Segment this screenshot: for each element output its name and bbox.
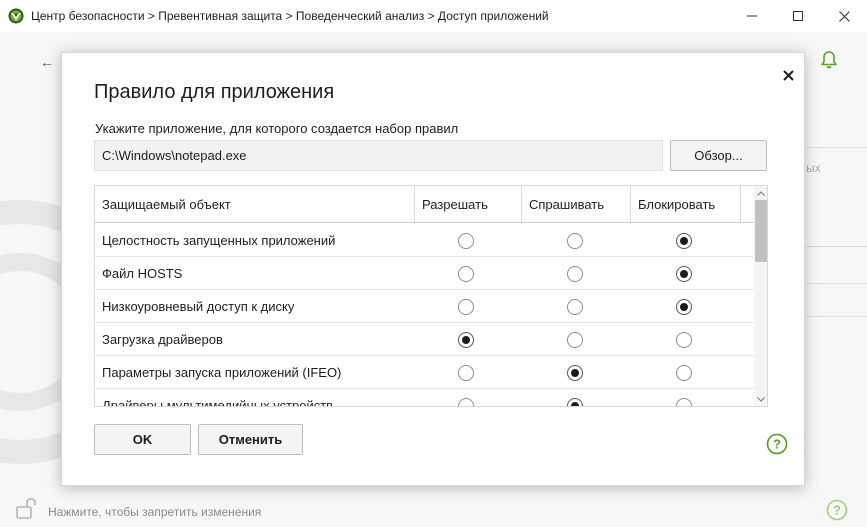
table-header: Защищаемый объект Разрешать Спрашивать Б… <box>95 186 754 223</box>
block-radio[interactable] <box>676 233 692 249</box>
drweb-logo-icon <box>8 8 24 24</box>
block-radio[interactable] <box>676 398 692 406</box>
dialog-close-button[interactable] <box>778 65 798 85</box>
block-radio[interactable] <box>676 266 692 282</box>
maximize-icon <box>793 11 803 21</box>
allow-radio[interactable] <box>458 299 474 315</box>
table-row: Загрузка драйверов <box>95 323 754 356</box>
column-header-block[interactable]: Блокировать <box>630 186 740 223</box>
ask-radio[interactable] <box>567 233 583 249</box>
allow-radio[interactable] <box>458 365 474 381</box>
protected-object-label: Параметры запуска приложений (IFEO) <box>102 365 342 380</box>
scroll-down-button[interactable] <box>754 392 767 406</box>
protected-object-label: Файл HOSTS <box>102 266 183 281</box>
ok-button[interactable]: OK <box>94 424 191 455</box>
protected-object-label: Загрузка драйверов <box>102 332 223 347</box>
svg-text:?: ? <box>773 437 781 452</box>
column-header-filler <box>740 186 754 223</box>
chevron-down-icon <box>757 396 765 402</box>
question-circle-icon[interactable]: ? <box>766 433 788 455</box>
back-arrow-icon[interactable]: ← <box>40 54 54 70</box>
allow-radio[interactable] <box>458 332 474 348</box>
app-path-input[interactable] <box>94 140 663 171</box>
ask-radio[interactable] <box>567 299 583 315</box>
chevron-up-icon <box>757 190 765 196</box>
table-row: Низкоуровневый доступ к диску <box>95 290 754 323</box>
svg-text:?: ? <box>833 503 841 518</box>
block-radio[interactable] <box>676 365 692 381</box>
allow-radio[interactable] <box>458 398 474 406</box>
minimize-button[interactable] <box>729 0 775 32</box>
ask-radio[interactable] <box>567 398 583 406</box>
table-scrollbar[interactable] <box>754 186 767 406</box>
allow-radio[interactable] <box>458 266 474 282</box>
cancel-button[interactable]: Отменить <box>198 424 303 455</box>
ask-radio[interactable] <box>567 332 583 348</box>
protected-object-label: Драйверы мультимедийных устройств <box>102 398 334 407</box>
divider <box>806 316 867 317</box>
lock-hint-text[interactable]: Нажмите, чтобы запретить изменения <box>48 505 261 519</box>
background-list-dividers <box>806 0 867 527</box>
table-row: Файл HOSTS <box>95 257 754 290</box>
protected-object-label: Низкоуровневый доступ к диску <box>102 299 295 314</box>
ask-radio[interactable] <box>567 365 583 381</box>
protected-object-label: Целостность запущенных приложений <box>102 233 336 248</box>
table-row: Целостность запущенных приложений <box>95 224 754 257</box>
divider <box>806 246 867 247</box>
scroll-thumb[interactable] <box>755 200 767 262</box>
column-header-allow[interactable]: Разрешать <box>414 186 521 223</box>
column-header-object[interactable]: Защищаемый объект <box>95 186 414 223</box>
dialog-title: Правило для приложения <box>94 81 335 103</box>
table-row: Параметры запуска приложений (IFEO) <box>95 356 754 389</box>
background-partial-text: ых <box>806 161 821 175</box>
path-label: Укажите приложение, для которого создает… <box>95 121 459 136</box>
app-rule-dialog: Правило для приложения Укажите приложени… <box>61 52 805 486</box>
unlock-icon[interactable] <box>14 496 38 520</box>
allow-radio[interactable] <box>458 233 474 249</box>
column-header-ask[interactable]: Спрашивать <box>521 186 630 223</box>
rules-table: Защищаемый объект Разрешать Спрашивать Б… <box>94 185 768 407</box>
minimize-icon <box>747 15 757 17</box>
block-radio[interactable] <box>676 332 692 348</box>
scroll-up-button[interactable] <box>754 186 767 200</box>
question-circle-icon[interactable]: ? <box>826 499 848 521</box>
table-row: Драйверы мультимедийных устройств <box>95 389 754 407</box>
close-icon <box>782 69 794 81</box>
window-title: Центр безопасности > Превентивная защита… <box>31 9 549 23</box>
divider <box>806 283 867 284</box>
block-radio[interactable] <box>676 299 692 315</box>
ask-radio[interactable] <box>567 266 583 282</box>
window-titlebar: Центр безопасности > Превентивная защита… <box>0 0 867 32</box>
browse-button[interactable]: Обзор... <box>670 140 767 171</box>
divider <box>806 147 867 148</box>
